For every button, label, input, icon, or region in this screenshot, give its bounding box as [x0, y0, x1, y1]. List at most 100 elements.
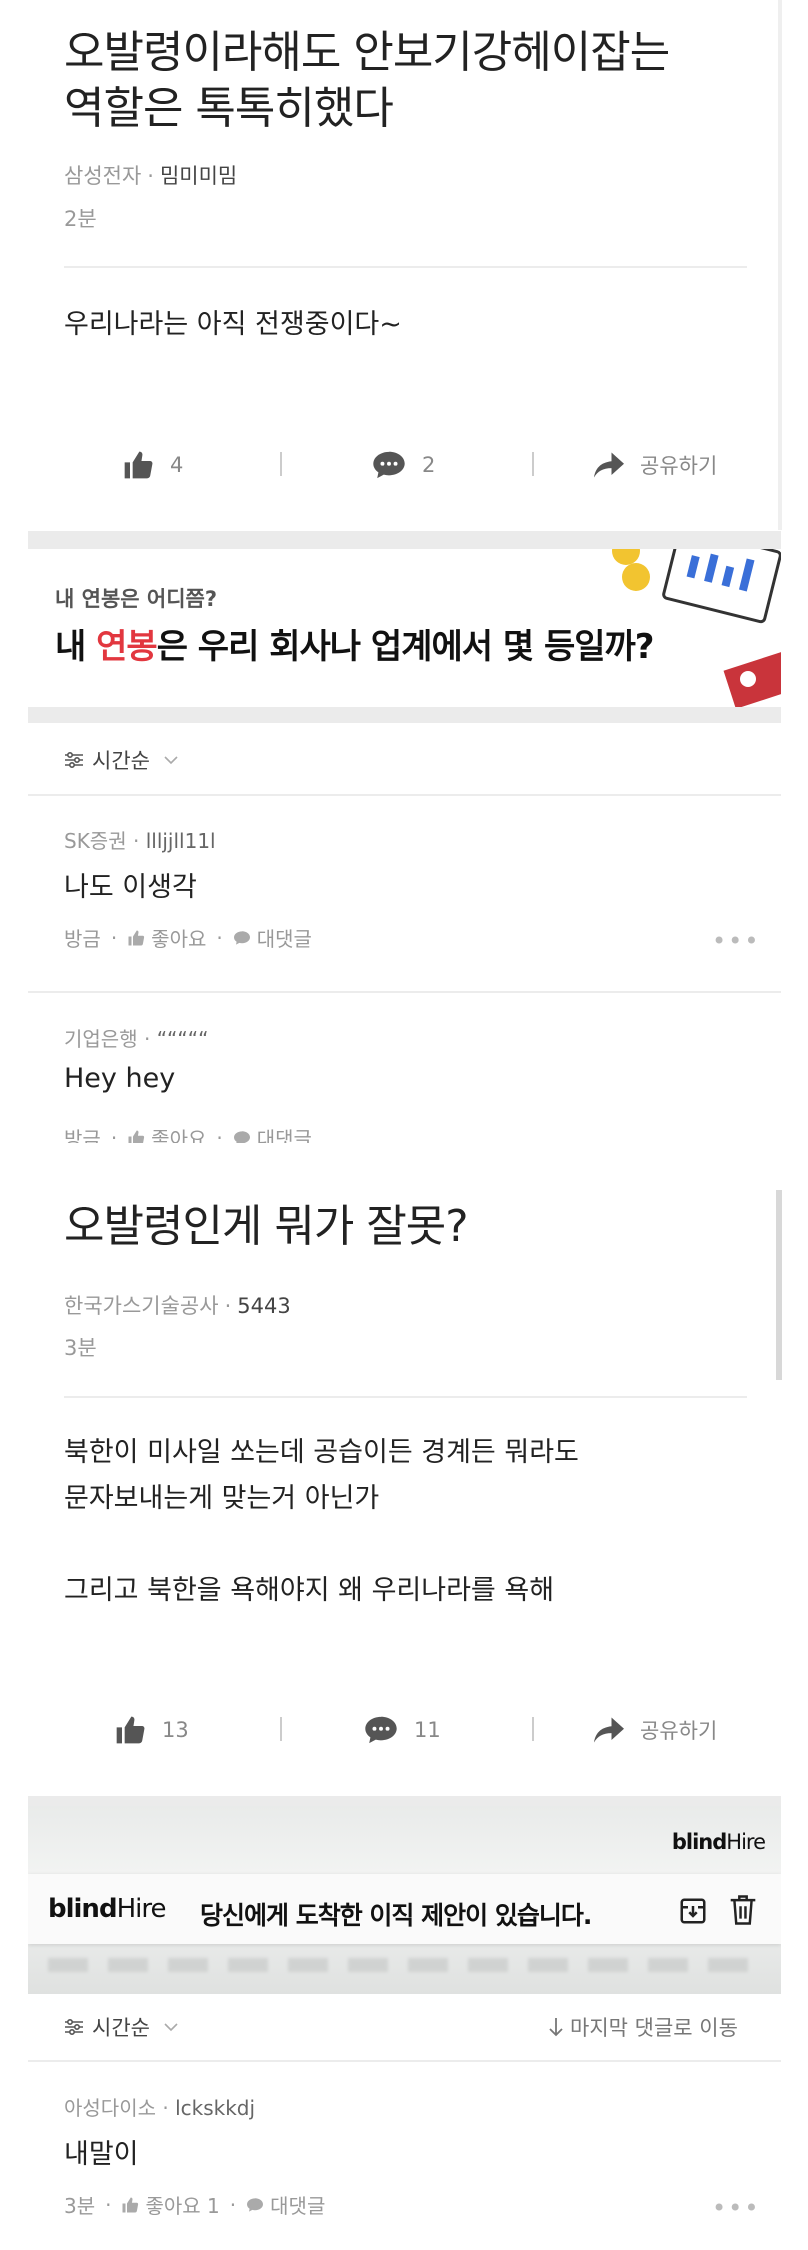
post-meta: 한국가스기술공사 · 5443 — [64, 1294, 291, 1318]
comments-section-2: 시간순 마지막 댓글로 이동 아성다이소 · lckskkdj 내말이 3분 · … — [28, 1994, 781, 2250]
comment-time: 방금 — [64, 1127, 101, 1143]
comment-meta: 기업은행 · “““““ — [64, 1027, 209, 1051]
comment-company[interactable]: 아성다이소 — [64, 2096, 156, 2120]
post-2-card: 오발령인게 뭐가 잘못? 한국가스기술공사 · 5443 3분 북한이 미사일 쏘는… — [28, 1160, 781, 1790]
share-arrow-icon — [594, 1717, 624, 1743]
comment-like-button[interactable]: 좋아요 1 — [121, 2190, 220, 2219]
comment-meta: 아성다이소 · lckskkdj — [64, 2096, 256, 2120]
arrow-down-icon — [549, 2018, 563, 2037]
chevron-down-icon — [164, 756, 178, 765]
section-gap — [28, 531, 781, 549]
divider — [28, 794, 781, 796]
blind-hire-banner[interactable]: blindHire blindHire 당신에게 도착한 이직 제안이 있습니다… — [28, 1806, 781, 1994]
scrollbar-track — [778, 0, 782, 530]
reply-label: 대댓글 — [256, 1127, 312, 1143]
speech-bubble-icon — [247, 2197, 264, 2212]
post-title: 오발령인게 뭐가 잘못? — [64, 1201, 469, 1252]
post-1-card: 오발령이라해도 안보기강헤이잡는 역할은 톡톡히했다 삼성전자 · 밈미미밈 2분 … — [28, 0, 781, 530]
archive-box-icon[interactable] — [678, 1896, 708, 1926]
more-dots-icon[interactable]: ••• — [712, 2194, 760, 2222]
author-name[interactable]: 5443 — [237, 1294, 290, 1318]
post-time: 3분 — [64, 1336, 97, 1360]
sort-dropdown[interactable]: 시간순 — [64, 2012, 186, 2042]
chevron-down-icon — [164, 2023, 178, 2032]
brand-top-suffix: Hire — [726, 1830, 766, 1854]
chart-illustration — [612, 549, 781, 707]
comment-author[interactable]: lckskkdj — [175, 2096, 255, 2120]
comment-count: 2 — [422, 453, 436, 477]
share-label: 공유하기 — [640, 454, 718, 478]
divider — [28, 991, 781, 993]
comment-reply-button[interactable]: 대댓글 — [233, 923, 312, 952]
separator — [532, 1717, 534, 1741]
comment-author[interactable]: “““““ — [157, 1027, 209, 1051]
thumbs-up-icon — [116, 1716, 145, 1744]
speech-bubble-icon — [365, 1716, 397, 1744]
comment-button[interactable]: 2 — [372, 440, 435, 490]
headline-suffix: 은 우리 회사나 업계에서 몇 등일까? — [156, 627, 655, 667]
reply-label: 대댓글 — [270, 2194, 326, 2218]
comment-author[interactable]: llljjll11l — [146, 829, 216, 853]
section-gap — [28, 1796, 781, 1806]
comment-footer: 방금 · 좋아요 · 대댓글 — [64, 1123, 312, 1143]
comment-reply-button[interactable]: 대댓글 — [246, 2190, 325, 2219]
blurred-row — [48, 1958, 761, 1972]
blind-hire-logo: blindHire — [48, 1894, 167, 1924]
notification-bar[interactable]: blindHire 당신에게 도착한 이직 제안이 있습니다. — [28, 1874, 781, 1944]
separator — [280, 1717, 282, 1741]
comment-reply-button[interactable]: 대댓글 — [233, 1123, 312, 1143]
brand-name: blind — [48, 1894, 118, 1924]
like-button[interactable]: 4 — [122, 440, 183, 490]
company-name[interactable]: 한국가스기술공사 — [64, 1294, 219, 1318]
like-button[interactable]: 13 — [114, 1705, 189, 1755]
speech-bubble-icon — [373, 451, 405, 479]
comment-button[interactable]: 11 — [364, 1705, 441, 1755]
brand-suffix: Hire — [116, 1894, 167, 1924]
thumbs-up-icon — [122, 2197, 139, 2212]
salary-banner[interactable]: 내 연봉은 어디쯤? 내 연봉은 우리 회사나 업계에서 몇 등일까? — [28, 549, 781, 707]
sort-dropdown[interactable]: 시간순 — [64, 745, 186, 775]
comment-like-button[interactable]: 좋아요 — [127, 1123, 206, 1143]
filter-sliders-icon — [65, 2018, 83, 2036]
trash-icon[interactable] — [728, 1894, 758, 1926]
share-button[interactable]: 공유하기 — [594, 440, 717, 490]
separator — [280, 452, 282, 476]
scrollbar[interactable] — [776, 1190, 782, 1380]
like-label: 좋아요 — [151, 1127, 207, 1143]
share-label: 공유하기 — [640, 1719, 718, 1743]
company-name[interactable]: 삼성전자 — [64, 164, 141, 188]
like-label: 좋아요 1 — [145, 2194, 220, 2218]
separator — [532, 452, 534, 476]
share-button[interactable]: 공유하기 — [594, 1705, 717, 1755]
section-gap — [28, 707, 781, 723]
post-title-line1: 오발령이라해도 안보기강헤이잡는 — [64, 27, 670, 78]
post-title-line2: 역할은 톡톡히했다 — [64, 83, 394, 134]
reply-label: 대댓글 — [256, 927, 312, 951]
speech-bubble-icon — [233, 1130, 250, 1143]
thumbs-up-icon — [124, 451, 153, 479]
jump-to-last-comment[interactable]: 마지막 댓글로 이동 — [548, 2012, 738, 2042]
comment-body: Hey hey — [64, 1063, 176, 1094]
banner-headline: 내 연봉은 우리 회사나 업계에서 몇 등일까? — [55, 619, 655, 668]
like-count: 4 — [170, 453, 184, 477]
more-dots-icon[interactable]: ••• — [712, 927, 760, 955]
speech-bubble-icon — [233, 930, 250, 945]
comment-meta: SK증권 · llljjll11l — [64, 829, 216, 853]
comment-company[interactable]: 기업은행 — [64, 1027, 138, 1051]
blind-hire-logo-top: blindHire — [672, 1830, 766, 1854]
comment-time: 3분 — [64, 2194, 96, 2218]
comment-time: 방금 — [64, 927, 101, 951]
comment-like-button[interactable]: 좋아요 — [127, 923, 206, 952]
sort-label: 시간순 — [92, 749, 150, 773]
comment-company[interactable]: SK증권 — [64, 829, 127, 853]
post-body: 북한이 미사일 쏘는데 공습이든 경계든 뭐라도 문자보내는게 맞는거 아닌가 … — [64, 1437, 579, 1606]
share-arrow-icon — [594, 452, 624, 478]
divider — [64, 266, 747, 268]
divider — [64, 1396, 747, 1398]
author-name[interactable]: 밈미미밈 — [160, 164, 237, 188]
post-meta: 삼성전자 · 밈미미밈 — [64, 164, 238, 188]
comments-section-1: 시간순 SK증권 · llljjll11l 나도 이생각 방금 · 좋아요 · 대… — [28, 723, 781, 1143]
headline-prefix: 내 — [55, 627, 97, 667]
banner-subtitle: 내 연봉은 어디쯤? — [55, 587, 218, 611]
filter-sliders-icon — [65, 751, 83, 769]
